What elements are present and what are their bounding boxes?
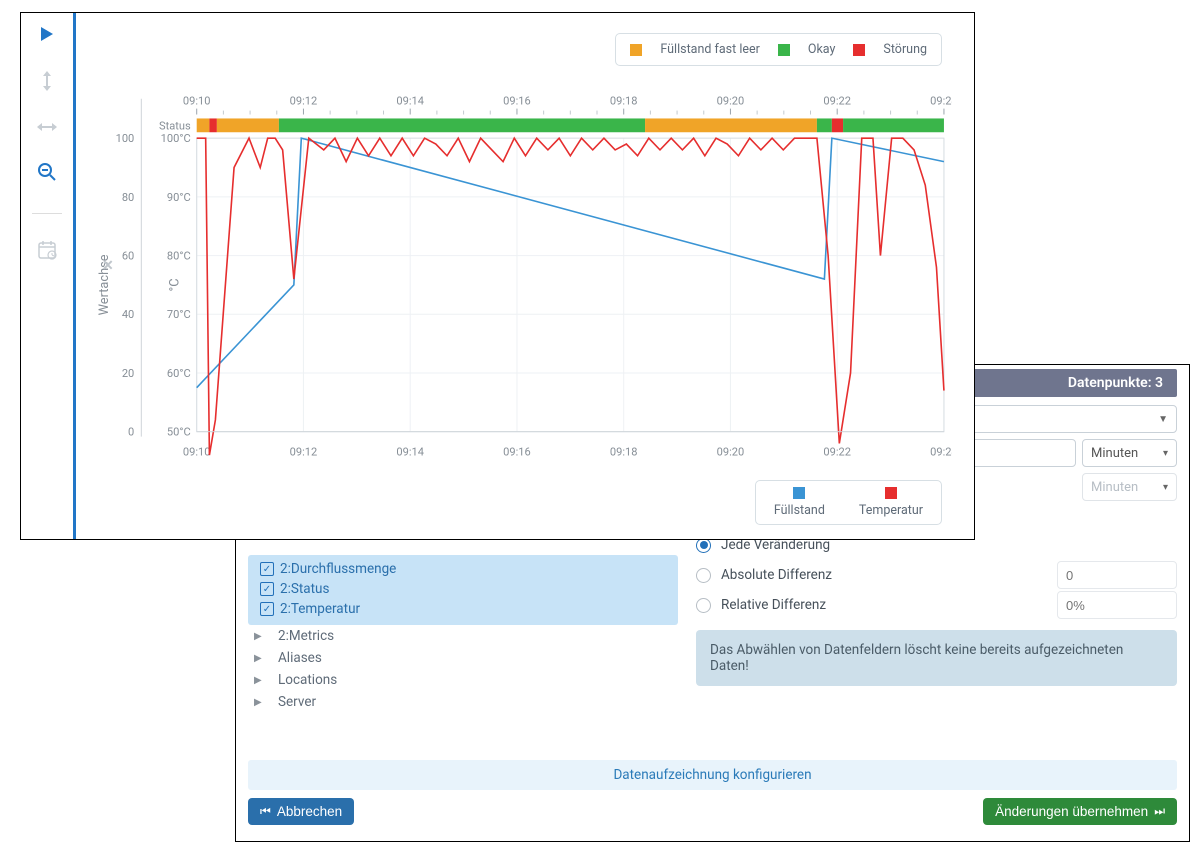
svg-text:09:22: 09:22 [823, 445, 851, 458]
svg-text:09:20: 09:20 [717, 445, 745, 458]
svg-text:70°C: 70°C [167, 308, 191, 321]
chart-toolbar [21, 13, 76, 539]
svg-text:09:24: 09:24 [930, 445, 952, 458]
info-box: Das Abwählen von Datenfeldern löscht kei… [696, 630, 1177, 686]
tree-item-server[interactable]: ▶Server [248, 691, 678, 713]
svg-text:09:12: 09:12 [290, 445, 318, 458]
rewind-icon: ⏮ [260, 804, 271, 819]
tree-item-status[interactable]: ✓2:Status [254, 579, 672, 599]
configure-link[interactable]: Datenaufzeichnung konfigurieren [248, 760, 1177, 790]
legend-swatch [853, 44, 865, 56]
radio-rel-diff[interactable]: Relative Differenz [696, 597, 826, 613]
play-icon[interactable] [38, 25, 56, 48]
svg-text:Status: Status [159, 119, 191, 132]
zoom-out-icon[interactable] [37, 162, 57, 187]
chart-panel: Füllstand fast leer Okay Störung Wertach… [20, 12, 975, 540]
pan-vertical-icon[interactable] [39, 70, 55, 97]
svg-text:90°C: 90°C [167, 191, 191, 204]
abs-diff-input[interactable] [1057, 561, 1177, 589]
tree-item-durchfluss[interactable]: ✓2:Durchflussmenge [254, 559, 672, 579]
svg-text:60°C: 60°C [167, 367, 191, 380]
svg-text:09:10: 09:10 [183, 445, 211, 458]
tree-selected-group: ✓2:Durchflussmenge ✓2:Status ✓2:Temperat… [248, 555, 678, 625]
series-legend: Füllstand Temperatur [755, 480, 942, 525]
status-legend: Füllstand fast leer Okay Störung [615, 33, 942, 66]
svg-text:40: 40 [122, 308, 134, 321]
svg-text:09:10: 09:10 [183, 95, 211, 108]
apply-button[interactable]: Änderungen übernehmen⏭ [983, 798, 1177, 825]
tree-item-aliases[interactable]: ▶Aliases [248, 647, 678, 669]
svg-text:09:16: 09:16 [503, 95, 531, 108]
tree-item-temperatur[interactable]: ✓2:Temperatur [254, 599, 672, 619]
legend-swatch [778, 44, 790, 56]
interval-unit-select[interactable]: Minuten▾ [1082, 439, 1177, 467]
calendar-icon[interactable] [37, 240, 57, 265]
svg-text:09:14: 09:14 [396, 445, 424, 458]
svg-text:09:18: 09:18 [610, 95, 638, 108]
cancel-button[interactable]: ⏮Abbrechen [248, 798, 354, 825]
chart-plot[interactable]: Wertachse°C02040608010050°C60°C70°C80°C9… [96, 83, 952, 477]
svg-text:09:18: 09:18 [610, 445, 638, 458]
svg-text:°C: °C [167, 278, 182, 291]
svg-text:09:24: 09:24 [930, 95, 952, 108]
svg-text:09:16: 09:16 [503, 445, 531, 458]
legend-swatch [630, 44, 642, 56]
pan-horizontal-icon[interactable] [36, 119, 58, 140]
tree-item-metrics[interactable]: ▶2:Metrics [248, 625, 678, 647]
svg-text:09:20: 09:20 [717, 95, 745, 108]
svg-text:50°C: 50°C [167, 426, 191, 439]
svg-text:0: 0 [128, 426, 134, 439]
svg-text:60: 60 [122, 250, 134, 263]
legend-swatch [793, 487, 805, 499]
svg-text:100°C: 100°C [161, 132, 191, 145]
legend-swatch [885, 487, 897, 499]
svg-text:80: 80 [122, 191, 134, 204]
radio-abs-diff[interactable]: Absolute Differenz [696, 567, 832, 583]
tree-item-locations[interactable]: ▶Locations [248, 669, 678, 691]
forward-icon: ⏭ [1154, 804, 1165, 819]
svg-text:09:14: 09:14 [396, 95, 424, 108]
svg-text:80°C: 80°C [167, 250, 191, 263]
close-icon[interactable]: ✕ [102, 258, 114, 274]
svg-text:20: 20 [122, 367, 134, 380]
svg-text:09:12: 09:12 [290, 95, 318, 108]
svg-text:09:22: 09:22 [823, 95, 851, 108]
interval-unit-select-2: Minuten▾ [1082, 473, 1177, 501]
rel-diff-input[interactable] [1057, 591, 1177, 619]
svg-text:100: 100 [116, 132, 135, 145]
